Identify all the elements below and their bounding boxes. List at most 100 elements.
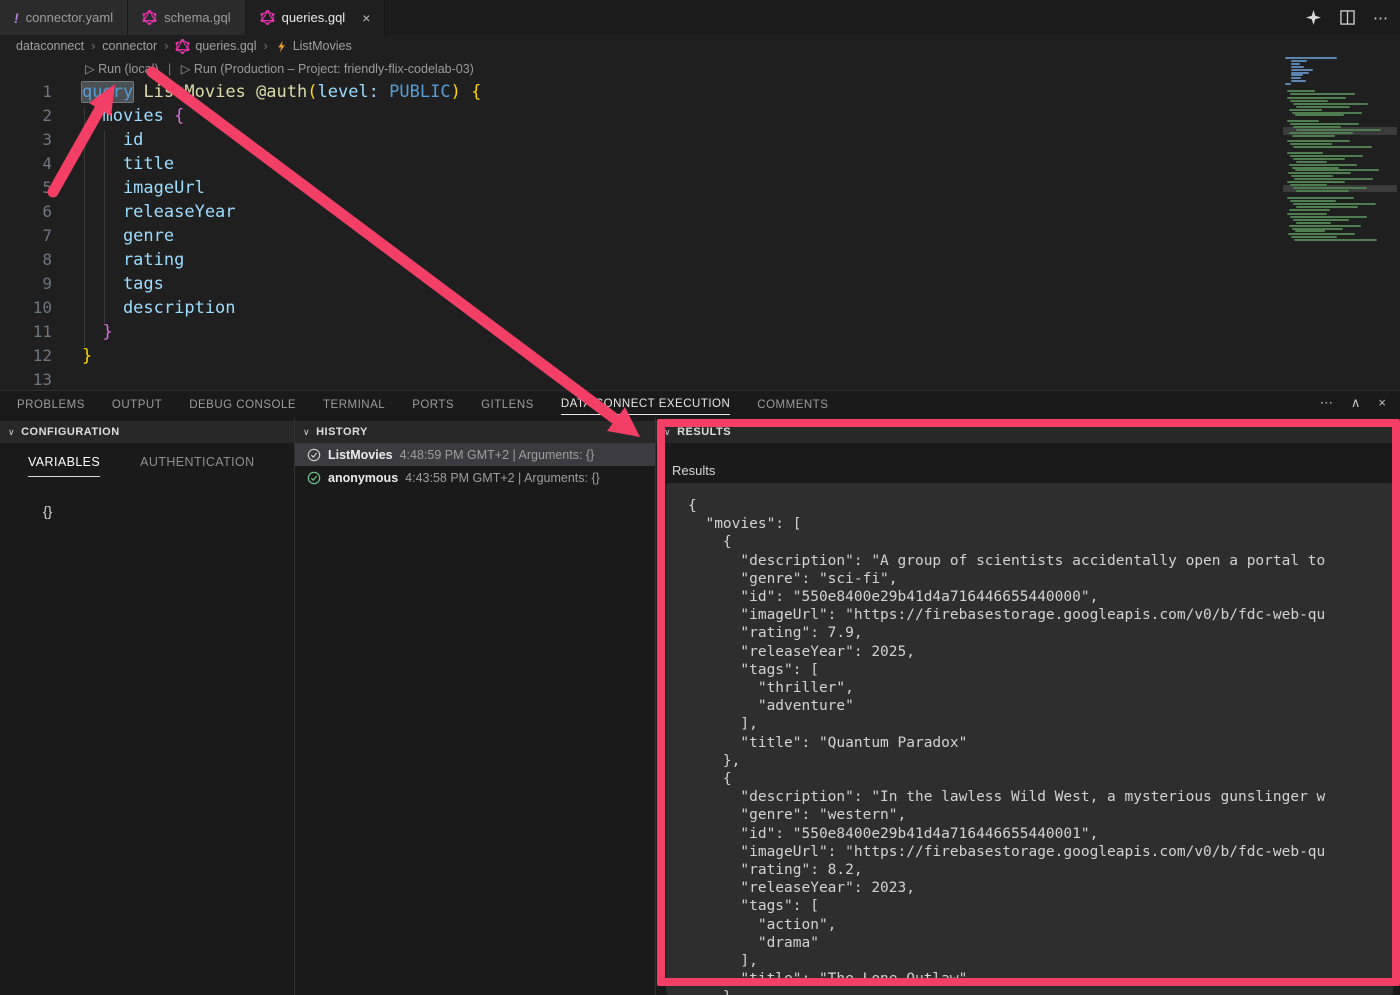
code-line-5[interactable]: 5 imageUrl xyxy=(0,176,1400,200)
symbol-icon xyxy=(275,40,288,53)
panel-tab-ports[interactable]: PORTS xyxy=(412,394,454,415)
code-line-11[interactable]: 11 } xyxy=(0,320,1400,344)
check-circle-icon xyxy=(307,448,321,462)
more-actions-icon[interactable]: ⋯ xyxy=(1372,9,1390,27)
chevron-down-icon: ∨ xyxy=(303,427,310,438)
history-entry-meta: 4:48:59 PM GMT+2 | Arguments: {} xyxy=(400,448,595,462)
run-local-link[interactable]: ▷ Run (local) xyxy=(85,62,159,76)
breadcrumb: dataconnect › connector › queries.gql › List… xyxy=(0,35,1400,57)
panel-tab-debug-console[interactable]: DEBUG CONSOLE xyxy=(189,394,296,415)
sparkle-icon[interactable] xyxy=(1304,9,1322,27)
run-production-link[interactable]: ▷ Run (Production – Project: friendly-fl… xyxy=(181,62,474,76)
panel-actions: ⋯ ∧ × xyxy=(1320,395,1386,411)
bottom-panel: PROBLEMS OUTPUT DEBUG CONSOLE TERMINAL PORTS… xyxy=(0,390,1400,995)
history-entry-meta: 4:43:58 PM GMT+2 | Arguments: {} xyxy=(405,471,600,485)
results-header[interactable]: ∨ RESULTS xyxy=(656,421,1400,443)
check-circle-icon xyxy=(307,471,321,485)
breadcrumb-separator: › xyxy=(264,39,268,53)
tab-queries.gql[interactable]: queries.gql × xyxy=(246,0,386,35)
tab-connector.yaml[interactable]: !connector.yaml xyxy=(0,0,128,35)
panel-tab-terminal[interactable]: TERMINAL xyxy=(323,394,385,415)
line-number: 12 xyxy=(0,344,82,368)
code-line-1[interactable]: 1query ListMovies @auth(level: PUBLIC) { xyxy=(0,80,1400,104)
graphql-icon xyxy=(175,39,190,54)
tab-label: schema.gql xyxy=(164,10,230,25)
code-lines: 1query ListMovies @auth(level: PUBLIC) {… xyxy=(0,80,1400,390)
line-number: 2 xyxy=(0,104,82,128)
configuration-header[interactable]: ∨ CONFIGURATION xyxy=(0,421,294,443)
close-icon[interactable]: × xyxy=(362,10,370,26)
panel-tab-comments[interactable]: COMMENTS xyxy=(757,394,828,415)
chevron-down-icon: ∨ xyxy=(664,427,671,438)
code-line-7[interactable]: 7 genre xyxy=(0,224,1400,248)
code-line-12[interactable]: 12} xyxy=(0,344,1400,368)
chevron-down-icon: ∨ xyxy=(8,427,15,438)
tab-schema.gql[interactable]: schema.gql xyxy=(128,0,245,35)
code-line-13[interactable]: 13 xyxy=(0,368,1400,390)
breadcrumb-item-dataconnect[interactable]: dataconnect xyxy=(16,39,84,53)
line-number: 4 xyxy=(0,152,82,176)
breadcrumb-label: ListMovies xyxy=(293,39,352,53)
line-number: 5 xyxy=(0,176,82,200)
history-entry-ListMovies[interactable]: ListMovies 4:48:59 PM GMT+2 | Arguments: … xyxy=(295,443,655,466)
tab-label: connector.yaml xyxy=(26,10,113,25)
indent-guide xyxy=(104,131,105,323)
variables-value[interactable]: {} xyxy=(43,503,294,519)
history-section: ∨ HISTORY ListMovies 4:48:59 PM GMT+2 | A… xyxy=(295,417,656,995)
editor-actions: ⋯ xyxy=(1304,0,1390,35)
code-line-9[interactable]: 9 tags xyxy=(0,272,1400,296)
history-entry-name: anonymous xyxy=(328,471,398,485)
line-number: 8 xyxy=(0,248,82,272)
results-section: ∨ RESULTS Results { "movies": [ { "descr… xyxy=(656,417,1400,995)
line-number: 3 xyxy=(0,128,82,152)
panel-maximize-icon[interactable]: ∧ xyxy=(1351,395,1361,411)
line-number: 9 xyxy=(0,272,82,296)
breadcrumb-item-connector[interactable]: connector xyxy=(102,39,157,53)
panel-tab-data-connect-execution[interactable]: DATA CONNECT EXECUTION xyxy=(561,393,730,415)
split-editor-icon[interactable] xyxy=(1338,9,1356,27)
tab-variables[interactable]: VARIABLES xyxy=(28,455,100,477)
panel-tab-gitlens[interactable]: GITLENS xyxy=(481,394,534,415)
tab-authentication[interactable]: AUTHENTICATION xyxy=(140,455,254,477)
history-entry-anonymous[interactable]: anonymous 4:43:58 PM GMT+2 | Arguments: {… xyxy=(295,466,655,489)
minimap[interactable] xyxy=(1283,57,1397,243)
indent-guide xyxy=(84,107,85,347)
history-title: HISTORY xyxy=(316,426,368,438)
codelens-row: ▷ Run (local) | ▷ Run (Production – Proj… xyxy=(85,61,1400,76)
panel-close-icon[interactable]: × xyxy=(1378,395,1386,411)
panel-tab-output[interactable]: OUTPUT xyxy=(112,394,162,415)
configuration-tabs: VARIABLES AUTHENTICATION xyxy=(28,455,294,477)
line-number: 10 xyxy=(0,296,82,320)
code-line-6[interactable]: 6 releaseYear xyxy=(0,200,1400,224)
history-header[interactable]: ∨ HISTORY xyxy=(295,421,655,443)
line-number: 13 xyxy=(0,368,82,390)
code-editor[interactable]: ▷ Run (local) | ▷ Run (Production – Proj… xyxy=(0,57,1400,390)
code-line-3[interactable]: 3 id xyxy=(0,128,1400,152)
code-line-8[interactable]: 8 rating xyxy=(0,248,1400,272)
results-label: Results xyxy=(672,463,1400,478)
breadcrumb-separator: › xyxy=(164,39,168,53)
vscode-window: !connector.yaml schema.gql queries.gql× … xyxy=(0,0,1400,995)
code-line-10[interactable]: 10 description xyxy=(0,296,1400,320)
breadcrumb-label: queries.gql xyxy=(195,39,256,53)
results-title: RESULTS xyxy=(677,426,731,438)
panel-tab-problems[interactable]: PROBLEMS xyxy=(17,394,85,415)
codelens-separator: | xyxy=(168,62,171,76)
results-json-card[interactable]: { "movies": [ { "description": "A group … xyxy=(666,483,1393,995)
breadcrumb-label: connector xyxy=(102,39,157,53)
line-number: 11 xyxy=(0,320,82,344)
breadcrumb-label: dataconnect xyxy=(16,39,84,53)
history-entry-name: ListMovies xyxy=(328,448,393,462)
breadcrumb-separator: › xyxy=(91,39,95,53)
code-line-4[interactable]: 4 title xyxy=(0,152,1400,176)
results-json: { "movies": [ { "description": "A group … xyxy=(666,483,1393,995)
panel-tab-bar: PROBLEMS OUTPUT DEBUG CONSOLE TERMINAL PORTS… xyxy=(0,391,1400,417)
breadcrumb-item-queries.gql[interactable]: queries.gql xyxy=(175,39,256,54)
line-number: 6 xyxy=(0,200,82,224)
configuration-section: ∨ CONFIGURATION VARIABLES AUTHENTICATION… xyxy=(0,417,295,995)
panel-more-icon[interactable]: ⋯ xyxy=(1320,395,1333,411)
line-number: 7 xyxy=(0,224,82,248)
tab-label: queries.gql xyxy=(282,10,346,25)
code-line-2[interactable]: 2 movies { xyxy=(0,104,1400,128)
breadcrumb-item-ListMovies[interactable]: ListMovies xyxy=(275,39,352,53)
